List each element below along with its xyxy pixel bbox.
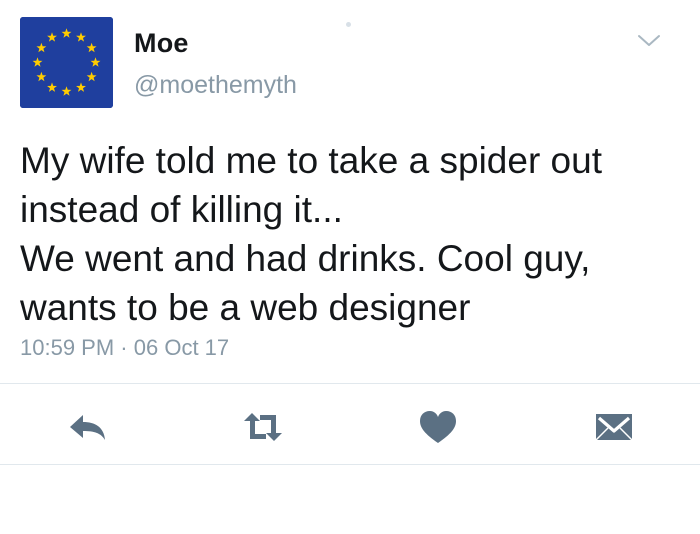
tweet-text-line: We went and had drinks. Cool guy,	[20, 238, 591, 279]
decorative-dot	[346, 22, 351, 27]
timestamp-separator: ·	[120, 335, 128, 360]
user-handle[interactable]: @moethemyth	[134, 71, 297, 100]
tweet-date: 06 Oct 17	[133, 335, 230, 360]
divider	[0, 464, 700, 465]
tweet-text-line: wants to be a web designer	[20, 287, 471, 328]
chevron-down-icon	[638, 35, 660, 46]
eu-flag-icon	[20, 17, 113, 108]
like-button[interactable]	[416, 407, 460, 447]
user-name[interactable]: Moe	[134, 28, 189, 59]
tweet-text-line: instead of killing it...	[20, 189, 343, 230]
retweet-icon	[244, 413, 282, 441]
tweet-time: 10:59 PM	[20, 335, 115, 360]
tweet-menu-button[interactable]	[636, 32, 662, 50]
reply-icon	[70, 415, 105, 440]
reply-button[interactable]	[66, 407, 110, 447]
heart-icon	[420, 411, 456, 443]
divider	[0, 383, 700, 384]
tweet-timestamp[interactable]: 10:59 PM · 06 Oct 17	[20, 335, 229, 361]
direct-message-button[interactable]	[592, 407, 636, 447]
tweet-card: Moe @moethemyth My wife told me to take …	[0, 0, 700, 534]
tweet-text-line: My wife told me to take a spider out	[20, 140, 602, 181]
retweet-button[interactable]	[241, 407, 285, 447]
envelope-icon	[595, 414, 633, 441]
tweet-text: My wife told me to take a spider out ins…	[20, 136, 680, 332]
avatar[interactable]	[20, 17, 113, 108]
